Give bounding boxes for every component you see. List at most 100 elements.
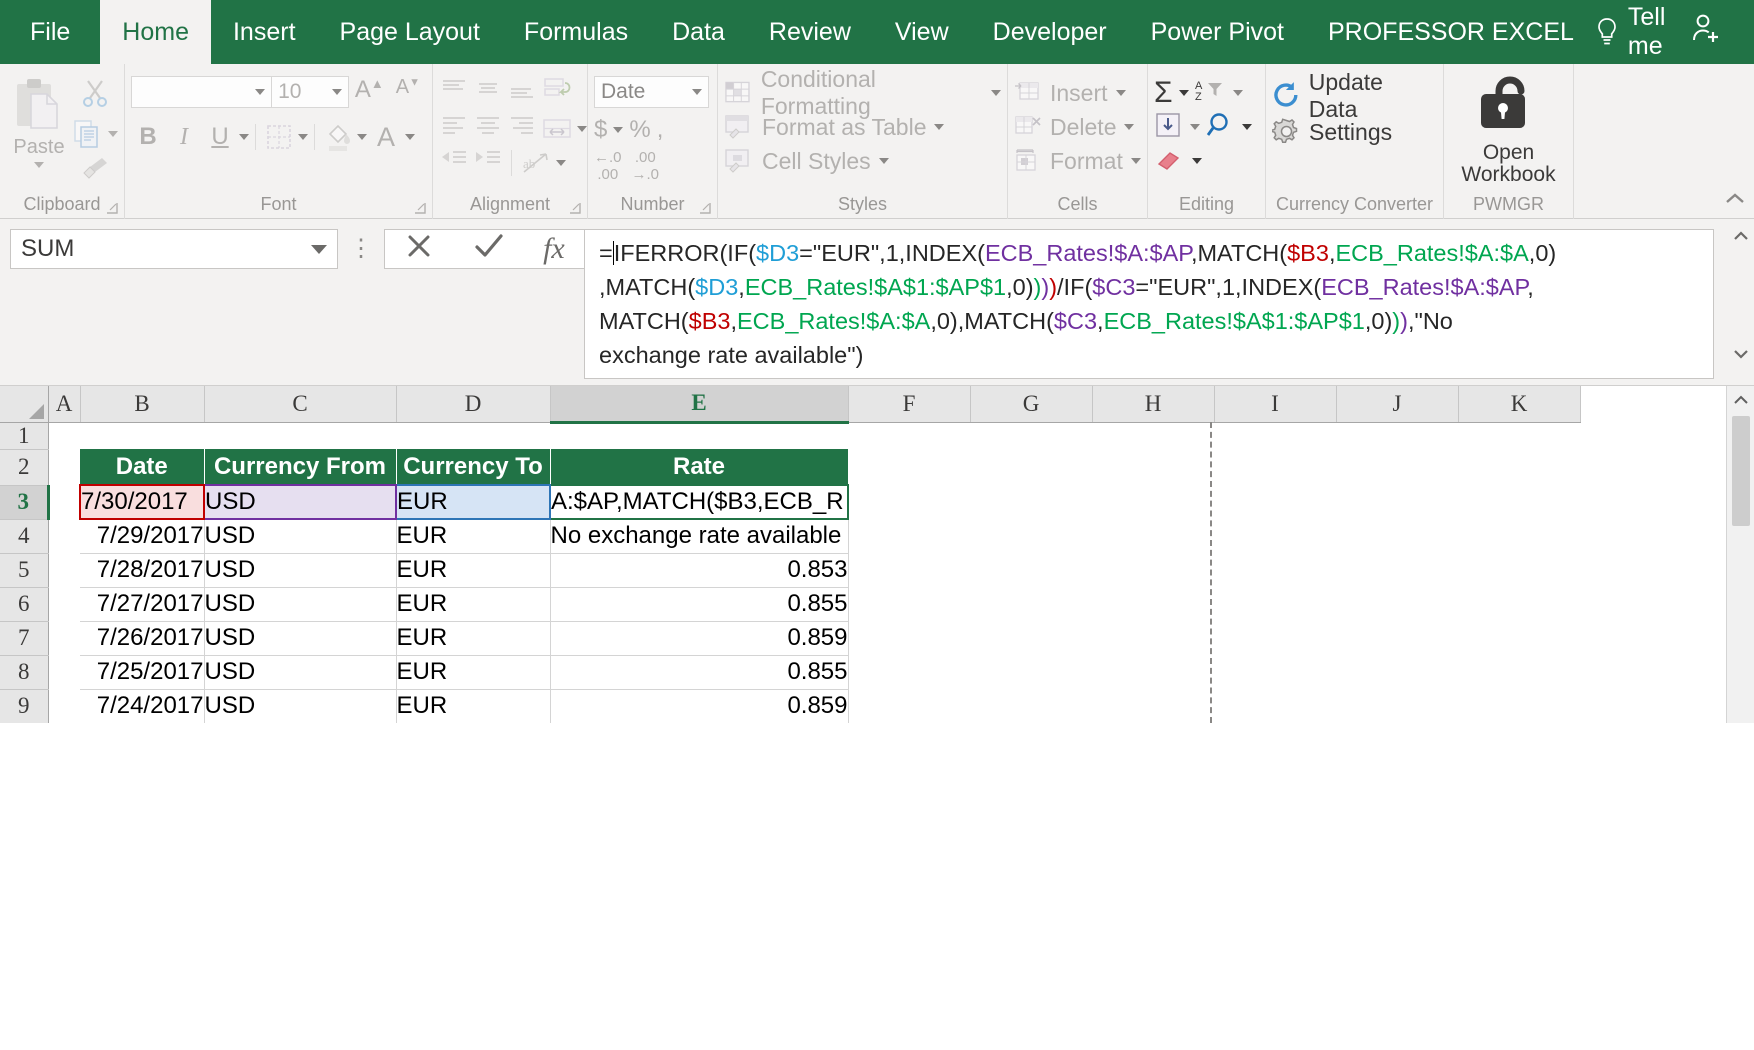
cell-c9[interactable]: USD: [204, 689, 397, 723]
cell-d4[interactable]: EUR: [396, 519, 551, 554]
tab-data[interactable]: Data: [650, 0, 747, 64]
name-box[interactable]: SUM: [10, 229, 338, 269]
column-header-a[interactable]: A: [48, 386, 81, 423]
conditional-formatting-chevron-down-icon[interactable]: [991, 90, 1001, 96]
cell-k2[interactable]: [1458, 449, 1580, 485]
column-header-e[interactable]: E: [550, 386, 849, 424]
cell-d9[interactable]: EUR: [396, 689, 551, 723]
column-header-h[interactable]: H: [1092, 386, 1215, 423]
autosum-button[interactable]: Σ: [1154, 78, 1173, 108]
cell-a4[interactable]: [48, 519, 80, 553]
name-box-chevron-down-icon[interactable]: [311, 244, 327, 254]
scrollbar-thumb[interactable]: [1731, 416, 1750, 526]
cell-f4[interactable]: [848, 519, 970, 553]
row-header-5[interactable]: 5: [0, 553, 49, 588]
insert-function-button[interactable]: fx: [543, 232, 565, 266]
cell-j2[interactable]: [1336, 449, 1458, 485]
clear-chevron-down-icon[interactable]: [1192, 158, 1202, 164]
cell-i5[interactable]: [1214, 553, 1336, 587]
column-header-i[interactable]: I: [1214, 386, 1337, 423]
delete-chevron-down-icon[interactable]: [1124, 124, 1135, 130]
cell-f2[interactable]: [848, 449, 970, 485]
cell-j8[interactable]: [1336, 655, 1458, 689]
conditional-formatting-button[interactable]: Conditional Formatting: [724, 66, 1001, 119]
formula-scroll-up-icon[interactable]: [1732, 229, 1750, 247]
column-header-c[interactable]: C: [204, 386, 397, 423]
format-as-table-chevron-down-icon[interactable]: [934, 124, 945, 130]
cell-c8[interactable]: USD: [204, 655, 397, 690]
increase-decimal-button[interactable]: ←.0.00: [594, 149, 622, 183]
tell-me-box[interactable]: Tell me: [1596, 0, 1754, 64]
format-as-table-button[interactable]: Format as Table: [724, 110, 1001, 144]
alignment-dialog-launcher[interactable]: [568, 201, 582, 215]
cell-g7[interactable]: [970, 621, 1092, 655]
row-header-4[interactable]: 4: [0, 519, 49, 554]
cell-d2-currency-to-header[interactable]: Currency To: [396, 449, 551, 485]
tab-developer[interactable]: Developer: [971, 0, 1129, 64]
cell-k8[interactable]: [1458, 655, 1580, 689]
decrease-indent-button[interactable]: [439, 148, 469, 177]
orientation-chevron-down-icon[interactable]: [556, 159, 566, 166]
align-bottom-button[interactable]: [507, 77, 537, 108]
font-color-button[interactable]: A: [369, 120, 403, 154]
format-painter-button[interactable]: [80, 155, 110, 186]
cell-j5[interactable]: [1336, 553, 1458, 587]
cell-k4[interactable]: [1458, 519, 1580, 553]
select-all-corner[interactable]: [0, 386, 49, 423]
cancel-formula-button[interactable]: [404, 231, 434, 268]
cell-h5[interactable]: [1092, 553, 1214, 587]
cell-b2-date-header[interactable]: Date: [80, 449, 205, 485]
cell-b9[interactable]: 7/24/2017: [80, 689, 205, 723]
cell-e8[interactable]: 0.855: [550, 655, 849, 690]
enter-formula-button[interactable]: [473, 231, 505, 268]
underline-chevron-down-icon[interactable]: [239, 134, 249, 140]
cell-f5[interactable]: [848, 553, 970, 587]
increase-font-size-button[interactable]: A▲: [349, 76, 390, 104]
cell-b5[interactable]: 7/28/2017: [80, 553, 205, 588]
cell-j6[interactable]: [1336, 587, 1458, 621]
accounting-chevron-down-icon[interactable]: [613, 127, 624, 133]
cell-i7[interactable]: [1214, 621, 1336, 655]
formula-input[interactable]: =IFERROR(IF($D3="EUR",1,INDEX(ECB_Rates!…: [584, 229, 1714, 379]
accounting-format-button[interactable]: $: [594, 116, 607, 144]
cell-j4[interactable]: [1336, 519, 1458, 553]
tab-insert[interactable]: Insert: [211, 0, 318, 64]
cell-k6[interactable]: [1458, 587, 1580, 621]
tab-review[interactable]: Review: [747, 0, 873, 64]
insert-chevron-down-icon[interactable]: [1115, 90, 1126, 96]
tab-home[interactable]: Home: [100, 0, 211, 64]
row-header-3[interactable]: 3: [0, 485, 50, 520]
cell-j1[interactable]: [1336, 422, 1458, 449]
update-data-button[interactable]: Update Data: [1272, 69, 1437, 122]
cell-h8[interactable]: [1092, 655, 1214, 689]
find-chevron-down-icon[interactable]: [1242, 124, 1252, 130]
cell-g8[interactable]: [970, 655, 1092, 689]
cell-c1[interactable]: [204, 422, 396, 449]
tab-formulas[interactable]: Formulas: [502, 0, 650, 64]
cell-b8[interactable]: 7/25/2017: [80, 655, 205, 690]
font-dialog-launcher[interactable]: [413, 201, 427, 215]
cell-k7[interactable]: [1458, 621, 1580, 655]
cell-e2-rate-header[interactable]: Rate: [550, 449, 849, 485]
cell-g6[interactable]: [970, 587, 1092, 621]
column-header-d[interactable]: D: [396, 386, 551, 423]
formula-bar-scroll[interactable]: [1728, 229, 1754, 365]
sort-filter-button[interactable]: A Z: [1195, 78, 1227, 109]
row-header-7[interactable]: 7: [0, 621, 49, 656]
collapse-ribbon-button[interactable]: [1724, 191, 1746, 212]
cell-g3[interactable]: [970, 485, 1092, 519]
copy-button[interactable]: [72, 119, 118, 149]
align-top-button[interactable]: [439, 77, 469, 108]
cell-e4[interactable]: No exchange rate available: [550, 519, 849, 554]
cell-g5[interactable]: [970, 553, 1092, 587]
settings-button[interactable]: Settings: [1272, 114, 1437, 150]
number-format-chevron-down-icon[interactable]: [692, 89, 702, 95]
cell-e1[interactable]: [550, 422, 848, 449]
cell-f1[interactable]: [848, 422, 970, 449]
cell-i8[interactable]: [1214, 655, 1336, 689]
cell-h7[interactable]: [1092, 621, 1214, 655]
fill-color-chevron-down-icon[interactable]: [357, 134, 367, 140]
tab-file[interactable]: File: [0, 0, 100, 64]
clipboard-dialog-launcher[interactable]: [105, 201, 119, 215]
find-select-button[interactable]: [1206, 111, 1236, 144]
